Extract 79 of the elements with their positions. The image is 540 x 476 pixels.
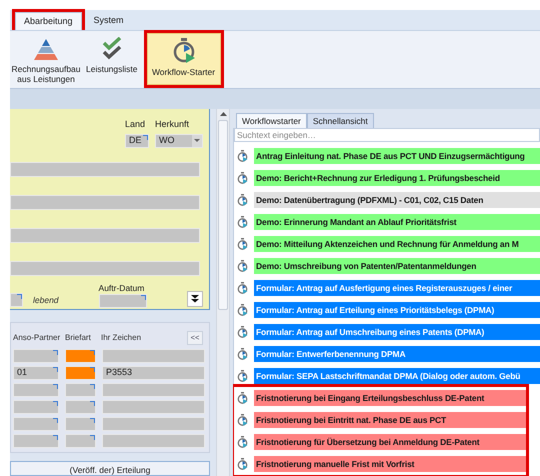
input-field[interactable] xyxy=(13,434,59,448)
input-field[interactable] xyxy=(102,382,205,397)
workflow-item[interactable]: Demo: Bericht+Rechnung zur Erledigung 1. Prüfungsbescheid xyxy=(254,170,540,186)
workflow-item[interactable]: Demo: Umschreibung von Patenten/Patentanmeldungen xyxy=(254,258,540,274)
ribbon-tab[interactable]: System xyxy=(86,12,132,30)
search-field[interactable]: Suchtext eingeben… xyxy=(234,128,540,142)
workflow-item[interactable]: Formular: Entwerferbenennung DPMA xyxy=(254,346,540,362)
input-field[interactable] xyxy=(13,400,59,414)
workflow-item[interactable]: Demo: Datenübertragung (PDFXML) - C01, C02, C15 Daten xyxy=(254,192,540,208)
workflow-item[interactable]: Fristnotierung bei Eingang Erteilungsbeschluss DE-Patent xyxy=(254,390,526,406)
letter-type-field[interactable] xyxy=(65,434,96,448)
stopwatch-icon xyxy=(237,194,248,206)
workflow-item[interactable]: Fristnotierung bei Eintritt nat. Phase DE aus PCT xyxy=(254,412,526,428)
column-header: Anso-Partner xyxy=(13,332,59,344)
status-text: lebend xyxy=(33,294,59,306)
input-field[interactable]: DE xyxy=(125,134,149,148)
ribbon-button[interactable]: Rechnungsaufbau aus Leistungen xyxy=(11,33,81,85)
stopwatch-icon xyxy=(237,304,248,316)
input-field[interactable] xyxy=(10,228,200,242)
double-down-arrow-icon xyxy=(191,295,199,304)
column-header: Ihr Zeichen xyxy=(101,332,142,344)
input-field[interactable] xyxy=(13,382,59,397)
stopwatch-icon xyxy=(237,260,248,272)
panel-title: (Veröff. der) Erteilung xyxy=(70,465,150,475)
stopwatch-icon xyxy=(237,348,248,360)
input-field[interactable] xyxy=(10,194,200,210)
scrollbar-thumb[interactable] xyxy=(218,120,228,310)
stopwatch-icon xyxy=(172,38,196,64)
input-field[interactable] xyxy=(13,416,59,431)
workflow-item[interactable]: Demo: Mitteilung Aktenzeichen und Rechnung für Anmeldung an M xyxy=(254,236,540,252)
stopwatch-icon xyxy=(237,150,248,162)
stopwatch-icon xyxy=(237,326,248,338)
letter-type-field[interactable] xyxy=(65,348,96,363)
stopwatch-icon xyxy=(237,370,248,382)
letter-type-field[interactable] xyxy=(65,382,96,397)
workflow-item[interactable]: Fristnotierung für Übersetzung bei Anmeldung DE-Patent xyxy=(254,434,526,450)
input-field[interactable] xyxy=(102,434,205,448)
workflow-item[interactable]: Demo: Erinnerung Mandant an Ablauf Prioritätsfrist xyxy=(254,214,540,230)
ribbon-tab[interactable]: Abarbeitung xyxy=(15,12,82,30)
input-field[interactable] xyxy=(13,348,59,363)
input-field[interactable]: P3553 xyxy=(102,366,205,380)
date-field[interactable] xyxy=(98,294,147,308)
input-field[interactable]: 01 xyxy=(13,366,59,380)
workflow-item[interactable]: Formular: Antrag auf Umschreibung eines Patents (DPMA) xyxy=(254,324,540,340)
workflow-item[interactable]: Formular: Antrag auf Erteilung eines Prioritätsbelegs (DPMA) xyxy=(254,302,540,318)
column-header: Briefart xyxy=(65,332,92,344)
up-arrow-icon[interactable] xyxy=(220,112,226,116)
input-field[interactable] xyxy=(10,260,200,276)
workflow-item[interactable]: Fristnotierung manuelle Frist mit Vorfrist xyxy=(254,456,526,472)
panel-tab[interactable]: Workflowstarter xyxy=(236,113,307,128)
input-field[interactable] xyxy=(10,293,23,308)
stopwatch-icon xyxy=(237,216,248,228)
stopwatch-icon xyxy=(237,436,248,448)
panel-tab[interactable]: Schnellansicht xyxy=(306,113,374,128)
stopwatch-icon xyxy=(237,392,248,404)
stopwatch-icon xyxy=(237,238,248,250)
letter-type-field[interactable] xyxy=(65,416,96,431)
stopwatch-icon xyxy=(237,282,248,294)
workflow-item[interactable]: Formular: SEPA Lastschriftmandat DPMA (Dialog oder autom. Gebü xyxy=(254,368,540,384)
input-field[interactable] xyxy=(10,162,200,176)
stopwatch-icon xyxy=(237,414,248,426)
origin-dropdown[interactable]: WO xyxy=(155,134,203,148)
ribbon-button[interactable]: Leistungsliste xyxy=(83,33,141,85)
input-field[interactable] xyxy=(102,348,205,363)
letter-type-field[interactable] xyxy=(65,366,96,380)
field-label: Land xyxy=(125,118,146,131)
stopwatch-icon xyxy=(237,172,248,184)
checkmarks-icon xyxy=(100,37,123,61)
pyramid-icon xyxy=(33,37,59,61)
expand-button[interactable] xyxy=(187,291,203,308)
field-label: Herkunft xyxy=(155,118,190,131)
ribbon-button[interactable]: Workflow-Starter xyxy=(146,33,221,85)
input-field[interactable] xyxy=(102,400,205,414)
stopwatch-icon xyxy=(237,458,248,470)
field-label: Auftr-Datum xyxy=(98,282,146,294)
letter-type-field[interactable] xyxy=(65,400,96,414)
workflow-item[interactable]: Antrag Einleitung nat. Phase DE aus PCT UND Einzugsermächtigung xyxy=(254,148,540,164)
input-field[interactable] xyxy=(102,416,205,431)
workflow-item[interactable]: Formular: Antrag auf Ausfertigung eines Registerauszuges / einer xyxy=(254,280,540,296)
